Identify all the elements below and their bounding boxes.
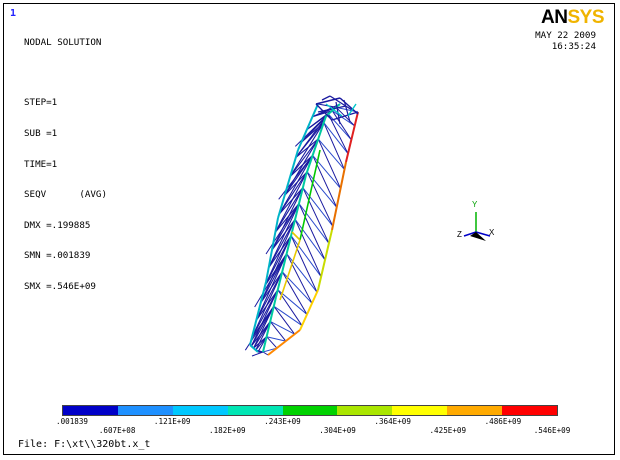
truss-member	[274, 171, 308, 233]
truss-member	[317, 229, 333, 291]
legend-tick-upper: .607E+08	[98, 426, 136, 435]
legend-band-5	[282, 406, 338, 415]
truss-model-view[interactable]	[0, 0, 620, 460]
truss-member	[286, 253, 313, 304]
truss-member	[273, 305, 303, 326]
legend-band-7	[392, 406, 448, 415]
truss-member	[251, 351, 264, 357]
truss-member	[284, 138, 319, 196]
legend-band-4	[227, 406, 283, 415]
truss-member	[281, 271, 313, 304]
file-label: File: F:\xt\\320bt.x_t	[18, 439, 151, 450]
truss-structure	[244, 95, 359, 357]
legend-band-3	[172, 406, 228, 415]
truss-member	[331, 161, 347, 231]
triad-x-label: X	[489, 228, 495, 237]
truss-member	[321, 95, 331, 101]
truss-member	[299, 289, 319, 331]
legend-tick-upper: .546E+09	[533, 426, 571, 435]
triad-z-label: Z	[457, 230, 462, 239]
truss-member	[262, 351, 269, 356]
contour-legend-bar	[62, 405, 558, 416]
truss-member	[267, 329, 301, 356]
truss-member	[317, 138, 342, 189]
legend-band-8	[447, 406, 503, 415]
legend-tick-lower: .364E+09	[374, 417, 411, 426]
truss-member	[306, 171, 334, 227]
truss-member	[281, 271, 308, 315]
legend-tick-lower: .486E+09	[484, 417, 522, 426]
triad-axes	[463, 212, 491, 241]
legend-band-2	[117, 406, 173, 415]
truss-member	[269, 321, 295, 335]
legend-band-9	[502, 406, 558, 415]
legend-tick-lower: .001839	[55, 417, 89, 426]
legend-tick-upper: .425E+09	[429, 426, 467, 435]
truss-member	[323, 122, 345, 170]
legend-band-1	[63, 406, 118, 415]
legend-tick-lower: .243E+09	[264, 417, 301, 426]
legend-tick-upper: .182E+09	[209, 426, 246, 435]
triad-y-label: Y	[472, 200, 478, 209]
legend-band-6	[337, 406, 393, 415]
legend-tick-lower: .121E+09	[153, 417, 191, 426]
legend-tick-upper: .304E+09	[319, 426, 356, 435]
